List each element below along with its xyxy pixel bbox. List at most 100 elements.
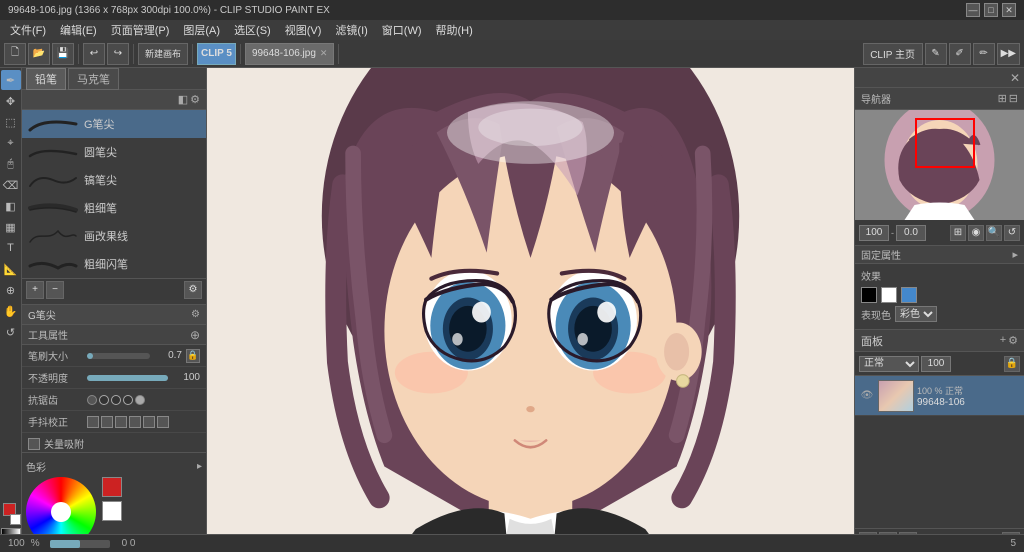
brush-tab-marker[interactable]: 马克笔 — [68, 68, 119, 90]
brush-item-round[interactable]: 圆笔尖 — [22, 138, 206, 166]
fg-swatch[interactable] — [102, 477, 122, 497]
background-color[interactable] — [10, 514, 21, 525]
menu-help[interactable]: 帮助(H) — [430, 20, 479, 40]
bg-swatch[interactable] — [102, 501, 122, 521]
brush-item-thick[interactable]: 粗细笔 — [22, 194, 206, 222]
brush-icon2[interactable]: ⚙ — [190, 93, 200, 106]
tool-fill[interactable]: ◧ — [1, 196, 21, 216]
size-slider[interactable] — [87, 353, 150, 359]
effect-blue[interactable] — [901, 287, 917, 303]
effect-black[interactable] — [861, 287, 877, 303]
toolbar-save[interactable]: 💾 — [52, 43, 74, 65]
dot1[interactable] — [87, 395, 97, 405]
brush-item-g[interactable]: G笔尖 — [22, 110, 206, 138]
dot2[interactable] — [99, 395, 109, 405]
layer-add-icon[interactable]: + — [1000, 334, 1006, 347]
layer-lock-btn[interactable]: 🔒 — [1004, 356, 1020, 372]
tool-gradient[interactable]: ▦ — [1, 217, 21, 237]
menu-view[interactable]: 视图(V) — [279, 20, 328, 40]
tool-select-rect[interactable]: ⬚ — [1, 112, 21, 132]
menu-page[interactable]: 页面管理(P) — [105, 20, 176, 40]
menu-select[interactable]: 选区(S) — [228, 20, 277, 40]
tool-zoom[interactable]: ⊕ — [1, 280, 21, 300]
toolbar-new[interactable]: 🗋 — [4, 43, 26, 65]
brush-item-pick[interactable]: 镐笔尖 — [22, 166, 206, 194]
tool-ruler[interactable]: 📐 — [1, 259, 21, 279]
layer-visibility-toggle[interactable]: 👁 — [859, 388, 875, 404]
canvas-area[interactable] — [207, 68, 854, 552]
menu-layer[interactable]: 图层(A) — [177, 20, 226, 40]
toolbar-redo[interactable]: ↪ — [107, 43, 129, 65]
file-tab[interactable]: 99648-106.jpg ✕ — [245, 43, 335, 65]
clip-home-button[interactable]: CLIP 主页 — [863, 43, 923, 65]
brush-tab-pencil[interactable]: 铅笔 — [26, 68, 66, 90]
tool-rotate[interactable]: ↺ — [1, 322, 21, 342]
nav-btn1[interactable]: ⊞ — [950, 225, 966, 241]
close-button[interactable]: ✕ — [1002, 3, 1016, 17]
effect-white[interactable] — [881, 287, 897, 303]
brush-item-coarse[interactable]: 粗细闪笔 — [22, 250, 206, 278]
sq3[interactable] — [115, 416, 127, 428]
menu-edit[interactable]: 编辑(E) — [54, 20, 103, 40]
tool-hand[interactable]: ✋ — [1, 301, 21, 321]
toolbar-undo[interactable]: ↩ — [83, 43, 105, 65]
dot3[interactable] — [111, 395, 121, 405]
navigator-thumbnail[interactable] — [855, 110, 1024, 220]
tool-lasso[interactable]: ⌖ — [1, 133, 21, 153]
layer-opacity-input[interactable] — [921, 356, 951, 372]
nav-zoom-input[interactable] — [859, 225, 889, 241]
nav-btn3[interactable]: 🔍 — [986, 225, 1002, 241]
tool-eyedropper[interactable]: 🖰 — [1, 154, 21, 174]
brush-add-btn[interactable]: + — [26, 281, 44, 299]
nav-icon1[interactable]: ⊞ — [998, 92, 1007, 105]
nav-btn4[interactable]: ↺ — [1004, 225, 1020, 241]
minimize-button[interactable]: — — [966, 3, 980, 17]
sq2[interactable] — [101, 416, 113, 428]
fixed-prop-expand[interactable]: ▸ — [1012, 248, 1018, 261]
menu-file[interactable]: 文件(F) — [4, 20, 52, 40]
toolbar-more[interactable]: ▶▶ — [997, 43, 1020, 65]
layer-settings-icon[interactable]: ⚙ — [1008, 334, 1018, 347]
brush-settings-btn[interactable]: ⚙ — [184, 281, 202, 299]
dot5[interactable] — [135, 395, 145, 405]
zoom-slider[interactable] — [50, 540, 110, 548]
toolbar-pen3[interactable]: ✏ — [973, 43, 995, 65]
right-panel-close[interactable]: ✕ — [1010, 71, 1020, 85]
layer-blend-dropdown[interactable]: 正常 正片叠底 滤色 — [859, 356, 919, 372]
tool-move[interactable]: ✥ — [1, 91, 21, 111]
tool-eraser[interactable]: ⌫ — [1, 175, 21, 195]
window-controls[interactable]: — □ ✕ — [966, 3, 1016, 17]
sq1[interactable] — [87, 416, 99, 428]
tool-text[interactable]: T — [1, 238, 21, 258]
color-panel-expand[interactable]: ▸ — [197, 461, 202, 472]
color-fg-bg[interactable] — [1, 503, 21, 525]
tool-pen[interactable]: ✒ — [1, 70, 21, 90]
opacity-slider[interactable] — [87, 375, 168, 381]
sq4[interactable] — [129, 416, 141, 428]
toolbar-pen1[interactable]: ✎ — [925, 43, 947, 65]
sq6[interactable] — [157, 416, 169, 428]
toolbar-open[interactable]: 📂 — [28, 43, 50, 65]
nav-rotation-input[interactable] — [896, 225, 926, 241]
size-lock[interactable]: 🔒 — [186, 349, 200, 363]
nav-icon2[interactable]: ⊟ — [1009, 92, 1018, 105]
snap-checkbox[interactable] — [28, 438, 40, 450]
tab-close[interactable]: ✕ — [320, 48, 328, 59]
layer-item[interactable]: 👁 100 % 正常 99648-106 — [855, 376, 1024, 416]
brush-icon1[interactable]: ◧ — [178, 93, 188, 106]
dot4[interactable] — [123, 395, 133, 405]
sq5[interactable] — [143, 416, 155, 428]
brush-item-sketch[interactable]: 画改果线 — [22, 222, 206, 250]
toolbar-pen2[interactable]: ✐ — [949, 43, 971, 65]
menubar: 文件(F) 编辑(E) 页面管理(P) 图层(A) 选区(S) 视图(V) 滤镜… — [0, 20, 1024, 40]
nav-btn2[interactable]: ◉ — [968, 225, 984, 241]
sep4 — [240, 44, 241, 64]
menu-window[interactable]: 窗口(W) — [376, 20, 428, 40]
toolbar-canvas-new[interactable]: 新建画布 — [138, 43, 188, 65]
color-mode-dropdown[interactable]: 彩色 灰度 单色 — [895, 306, 937, 322]
menu-filter[interactable]: 滤镜(I) — [329, 20, 373, 40]
tool-prop-search[interactable]: ⊕ — [190, 328, 200, 342]
maximize-button[interactable]: □ — [984, 3, 998, 17]
clip5-badge[interactable]: CLIP 5 — [197, 43, 236, 65]
brush-delete-btn[interactable]: − — [46, 281, 64, 299]
